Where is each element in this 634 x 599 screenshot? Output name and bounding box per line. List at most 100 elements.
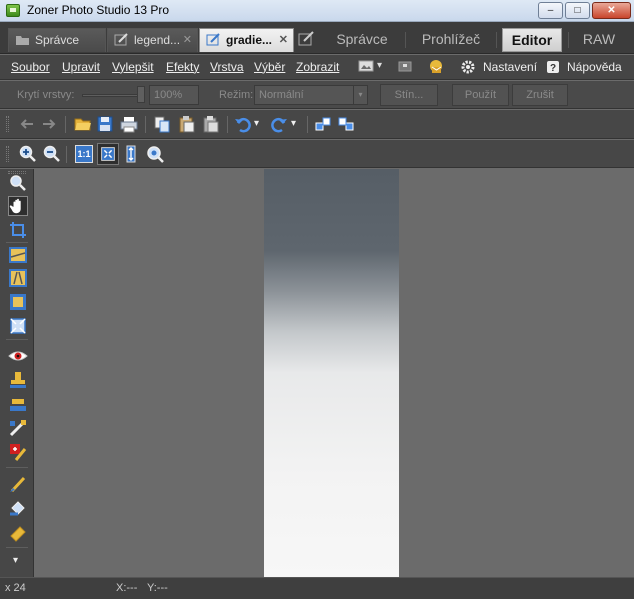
- open-folder-icon[interactable]: [74, 115, 92, 133]
- resize-tool-icon[interactable]: [8, 316, 28, 336]
- notification-icon[interactable]: [428, 59, 444, 75]
- zoom-tool-icon[interactable]: [146, 145, 164, 163]
- stamp-icon[interactable]: [8, 370, 28, 390]
- editor-canvas[interactable]: [35, 169, 634, 577]
- zoom-toolbar: 1:1: [0, 140, 634, 168]
- cursor-y: Y:---: [147, 582, 168, 594]
- undo-dropdown[interactable]: ▾: [254, 118, 259, 129]
- redo-dropdown[interactable]: ▾: [291, 118, 296, 129]
- zoom-in-icon[interactable]: [19, 145, 37, 163]
- module-raw[interactable]: RAW: [574, 28, 624, 52]
- menu-enhance[interactable]: Vylepšit: [112, 60, 154, 74]
- help-icon[interactable]: ?: [545, 59, 561, 75]
- close-tab-icon[interactable]: ✕: [279, 29, 288, 51]
- tab-label: gradie...: [226, 33, 273, 47]
- toolbar-divider: [227, 116, 228, 133]
- straighten-tool-icon[interactable]: [8, 245, 28, 265]
- tab-label: Správce: [35, 33, 80, 47]
- clone-icon[interactable]: [8, 442, 28, 462]
- app-logo-icon: [6, 4, 20, 17]
- module-divider: [568, 32, 569, 48]
- blend-mode-select[interactable]: Normální ▾: [254, 85, 368, 105]
- close-button[interactable]: ✕: [592, 2, 631, 19]
- toolbar-divider: [307, 116, 308, 133]
- maximize-button[interactable]: □: [565, 2, 590, 19]
- apply-button[interactable]: Použít: [452, 84, 509, 106]
- blend-mode-value: Normální: [259, 89, 304, 101]
- menu-edit[interactable]: Upravit: [62, 60, 100, 74]
- tab-legend[interactable]: legend... ✕: [107, 28, 198, 52]
- toolbar-divider: [66, 146, 67, 163]
- rotate-right-icon[interactable]: [337, 115, 355, 133]
- rotate-left-icon[interactable]: [314, 115, 332, 133]
- title-bar: Zoner Photo Studio 13 Pro – □ ✕: [0, 0, 634, 22]
- cancel-button[interactable]: Zrušit: [512, 84, 568, 106]
- gear-icon[interactable]: [460, 59, 476, 75]
- heal-icon[interactable]: [8, 394, 28, 414]
- chevron-down-icon[interactable]: ▾: [353, 86, 367, 104]
- zoom-level: x 24: [5, 582, 26, 594]
- module-divider: [496, 32, 497, 48]
- hand-tool-icon[interactable]: [8, 196, 28, 216]
- zoom-tool-icon[interactable]: [8, 173, 28, 193]
- notes-icon[interactable]: [397, 59, 413, 75]
- display-mode-icon[interactable]: [358, 59, 374, 75]
- brush-icon[interactable]: [8, 474, 28, 494]
- opacity-label: Krytí vrstvy:: [17, 89, 75, 101]
- window-title: Zoner Photo Studio 13 Pro: [27, 3, 170, 17]
- zoom-out-icon[interactable]: [43, 145, 61, 163]
- toolbar-grip[interactable]: [6, 146, 9, 162]
- print-icon[interactable]: [120, 115, 138, 133]
- toolbar-divider: [65, 116, 66, 133]
- opacity-slider-track[interactable]: [82, 94, 144, 97]
- gradient-image[interactable]: [264, 169, 399, 577]
- redo-arrow-icon[interactable]: [40, 115, 58, 133]
- document-tab-bar: Správce legend... ✕ gradie... ✕ Správce …: [0, 22, 634, 54]
- fit-height-icon[interactable]: [122, 145, 140, 163]
- menu-file[interactable]: Soubor: [11, 60, 50, 74]
- fit-to-window-icon[interactable]: [97, 143, 119, 165]
- paste-special-icon[interactable]: [202, 115, 220, 133]
- menu-bar: Soubor Upravit Vylepšit Efekty Vrstva Vý…: [0, 55, 634, 80]
- fill-icon[interactable]: [8, 498, 28, 518]
- opacity-slider-thumb[interactable]: [137, 86, 145, 103]
- tab-manager[interactable]: Správce: [8, 28, 106, 52]
- module-divider: [405, 32, 406, 48]
- perspective-tool-icon[interactable]: [8, 268, 28, 288]
- tool-palette: ▾: [0, 169, 34, 577]
- main-toolbar: ▾ ▾: [0, 110, 634, 139]
- display-mode-dropdown[interactable]: ▾: [377, 60, 382, 71]
- palette-divider: [6, 242, 28, 243]
- color-pick-icon[interactable]: [8, 418, 28, 438]
- zoom-1to1-icon[interactable]: 1:1: [75, 145, 93, 163]
- close-tab-icon[interactable]: ✕: [183, 29, 192, 51]
- crop-tool-icon[interactable]: [8, 220, 28, 240]
- copy-icon[interactable]: [153, 115, 171, 133]
- menu-layer[interactable]: Vrstva: [210, 60, 244, 74]
- menu-view[interactable]: Zobrazit: [296, 60, 339, 74]
- settings-menu[interactable]: Nastavení: [483, 60, 537, 74]
- menu-selection[interactable]: Výběr: [254, 60, 285, 74]
- tab-gradient[interactable]: gradie... ✕: [199, 28, 294, 52]
- red-eye-icon[interactable]: [8, 346, 28, 366]
- module-viewer[interactable]: Prohlížeč: [412, 28, 490, 52]
- save-icon[interactable]: [96, 115, 114, 133]
- module-editor[interactable]: Editor: [502, 28, 562, 52]
- shadow-button[interactable]: Stín...: [380, 84, 438, 106]
- palette-divider: [6, 467, 28, 468]
- paste-icon[interactable]: [178, 115, 196, 133]
- help-menu[interactable]: Nápověda: [567, 60, 622, 74]
- minimize-button[interactable]: –: [538, 2, 563, 19]
- eraser-icon[interactable]: [8, 522, 28, 542]
- undo-icon[interactable]: [234, 115, 252, 133]
- module-manager[interactable]: Správce: [325, 28, 399, 52]
- palette-more-icon[interactable]: ▾: [13, 555, 18, 566]
- new-edit-icon[interactable]: [298, 31, 315, 47]
- menu-effects[interactable]: Efekty: [166, 60, 199, 74]
- redo-icon[interactable]: [270, 115, 288, 133]
- status-bar: x 24 X:--- Y:---: [0, 577, 634, 599]
- toolbar-grip[interactable]: [6, 116, 9, 132]
- undo-arrow-icon[interactable]: [18, 115, 36, 133]
- canvas-tool-icon[interactable]: [8, 292, 28, 312]
- opacity-field[interactable]: 100%: [149, 85, 199, 105]
